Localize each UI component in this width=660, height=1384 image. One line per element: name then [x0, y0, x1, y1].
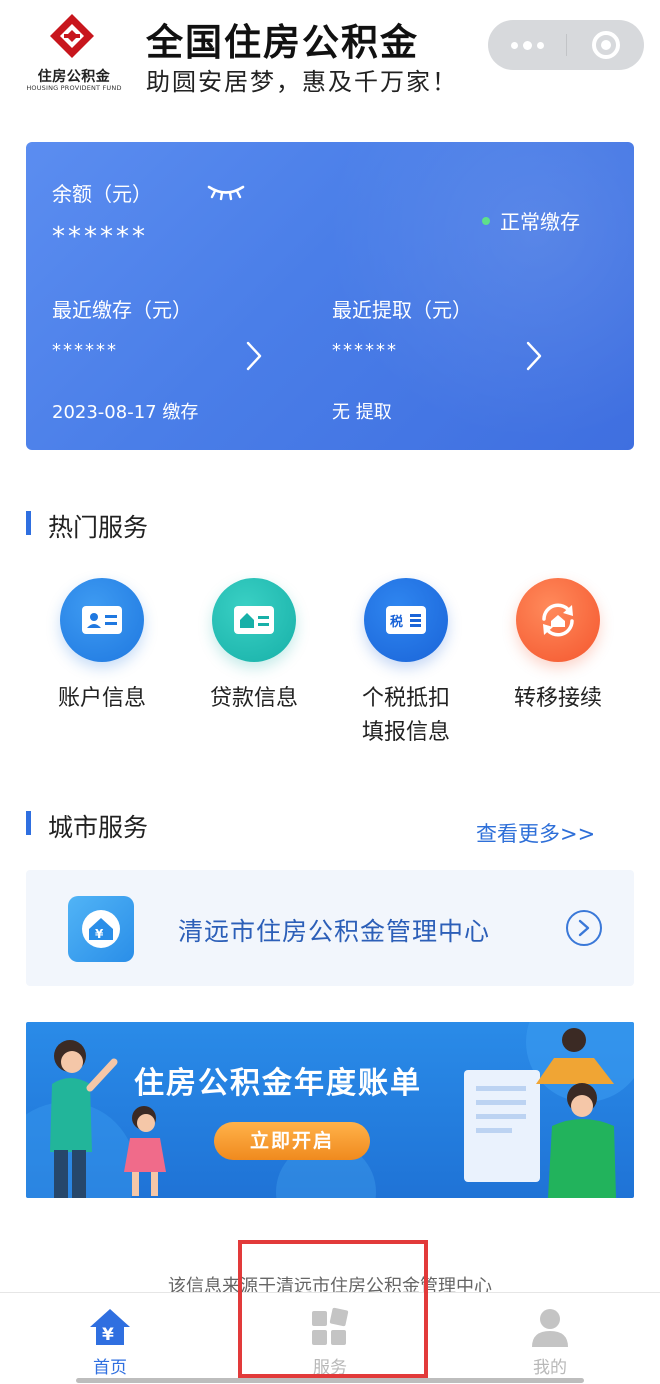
- app-title: 全国住房公积金: [146, 20, 419, 64]
- logo-mark-icon: [50, 14, 94, 58]
- status-text: 正常缴存: [500, 210, 580, 234]
- status-dot-icon: [482, 216, 490, 225]
- tab-label: 服务: [313, 1358, 347, 1378]
- banner-illustration: [26, 1022, 634, 1198]
- svg-text:¥: ¥: [95, 927, 104, 941]
- close-mini-program-button[interactable]: [592, 31, 620, 59]
- service-transfer[interactable]: 转移接续: [498, 578, 618, 716]
- more-dot-icon: [522, 40, 532, 50]
- app-slogan: 助圆安居梦，惠及千万家！: [146, 68, 458, 96]
- city-service-card[interactable]: ¥ 清远市住房公积金管理中心: [26, 870, 634, 986]
- eye-closed-icon[interactable]: [206, 182, 246, 202]
- tax-card-icon: 税: [364, 578, 448, 662]
- recent-withdraw-note: 无 提取: [332, 402, 392, 423]
- chevron-right-circle-icon[interactable]: [566, 910, 602, 946]
- provident-fund-logo: 住房公积金 HOUSING PROVIDENT FUND: [22, 10, 122, 94]
- mini-program-capsule: [488, 20, 644, 70]
- logo-text: 住房公积金: [37, 69, 111, 85]
- more-dot-icon: [536, 41, 544, 49]
- svg-text:税: 税: [390, 614, 403, 630]
- service-label: 转移接续: [513, 686, 602, 711]
- city-services-title: 城市服务: [26, 808, 148, 844]
- city-center-name: 清远市住房公积金管理中心: [178, 917, 491, 946]
- service-tax-deduction[interactable]: 税 个税抵扣 填报信息: [346, 578, 466, 750]
- service-loan-info[interactable]: 贷款信息: [194, 578, 314, 716]
- balance-label: 余额（元）: [52, 182, 152, 206]
- annual-bill-banner[interactable]: 住房公积金年度账单 立即开启: [26, 1022, 634, 1198]
- capsule-divider: [566, 34, 567, 56]
- recent-withdraw-value: ******: [332, 340, 398, 361]
- more-options-button[interactable]: [488, 20, 566, 70]
- account-card-icon: [60, 578, 144, 662]
- bottom-tab-bar: ¥ 首页 服务 我的: [0, 1292, 660, 1384]
- status-badge: 正常缴存: [482, 206, 580, 235]
- home-yuan-icon: ¥: [90, 1309, 130, 1345]
- recent-deposit-label: 最近缴存（元）: [52, 298, 192, 322]
- user-icon: [532, 1309, 568, 1347]
- tab-label: 首页: [93, 1358, 127, 1378]
- service-account-info[interactable]: 账户信息: [42, 578, 162, 716]
- tab-services[interactable]: 服务: [220, 1293, 440, 1384]
- open-now-button[interactable]: 立即开启: [214, 1122, 370, 1160]
- home-indicator: [76, 1378, 584, 1383]
- balance-value: ******: [52, 222, 148, 252]
- card-glow: [326, 142, 634, 442]
- tab-home[interactable]: ¥ 首页: [0, 1293, 220, 1384]
- tab-mine[interactable]: 我的: [440, 1293, 660, 1384]
- recent-deposit-value: ******: [52, 340, 118, 361]
- balance-card: 余额（元） ****** 正常缴存 最近缴存（元） ****** 2023-08…: [26, 142, 634, 450]
- hot-services-title: 热门服务: [26, 508, 148, 544]
- recent-withdraw-label: 最近提取（元）: [332, 298, 472, 322]
- view-more-link[interactable]: 查看更多>>: [476, 818, 595, 848]
- service-label: 账户信息: [57, 686, 146, 711]
- housing-fund-center-icon: ¥: [68, 896, 134, 962]
- recent-deposit-chevron-right-icon[interactable]: [244, 340, 264, 372]
- recent-withdraw-chevron-right-icon[interactable]: [524, 340, 544, 372]
- more-dot-icon: [510, 41, 518, 49]
- service-label: 个税抵扣 填报信息: [361, 686, 450, 745]
- app-header: 住房公积金 HOUSING PROVIDENT FUND 全国住房公积金 助圆安…: [0, 0, 660, 120]
- banner-title: 住房公积金年度账单: [134, 1066, 422, 1101]
- loan-card-icon: [212, 578, 296, 662]
- transfer-icon: [516, 578, 600, 662]
- svg-text:¥: ¥: [102, 1325, 114, 1345]
- tab-label: 我的: [533, 1358, 567, 1378]
- service-label: 贷款信息: [209, 686, 298, 711]
- recent-deposit-note: 2023-08-17 缴存: [52, 402, 199, 423]
- services-grid-icon: [312, 1307, 349, 1345]
- logo-subtext: HOUSING PROVIDENT FUND: [26, 84, 122, 92]
